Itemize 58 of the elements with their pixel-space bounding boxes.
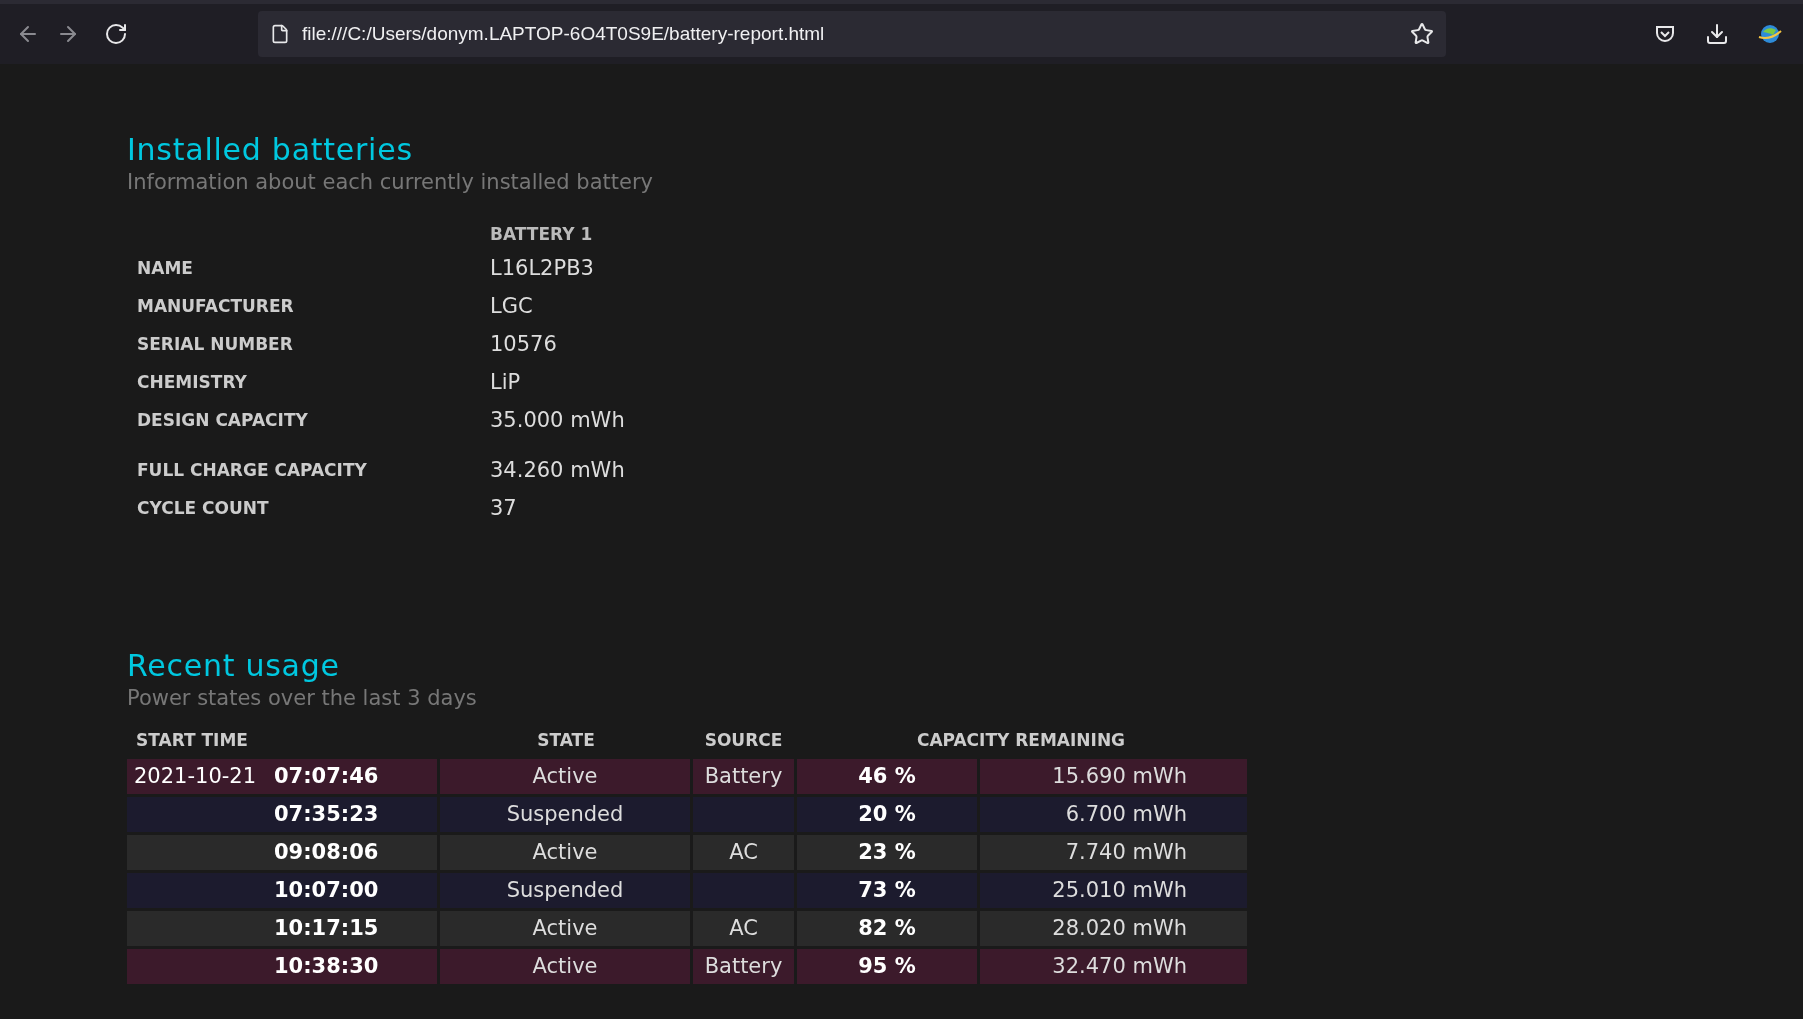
field-label: CYCLE COUNT — [136, 497, 270, 521]
reload-icon[interactable] — [104, 22, 128, 46]
section-title: Recent usage — [127, 648, 341, 684]
field-value: 10576 — [490, 331, 557, 359]
field-label: MANUFACTURER — [136, 295, 295, 319]
url-text: file:///C:/Users/donym.LAPTOP-6O4T0S9E/battery-report.html — [302, 21, 826, 46]
table-cell: AC — [693, 835, 794, 870]
time-text: 07:35:23 — [274, 800, 379, 828]
table-cell: AC — [693, 911, 794, 946]
table-cell: 23 % — [797, 835, 977, 870]
column-header: STATE — [537, 729, 595, 753]
table-cell: 7.740 mWh — [980, 835, 1247, 870]
field-value: 34.260 mWh — [490, 457, 625, 485]
table-cell: Active — [440, 949, 690, 984]
field-label: CHEMISTRY — [136, 371, 248, 395]
table-cell: 25.010 mWh — [980, 873, 1247, 908]
date-text: 2021-10-21 — [134, 762, 258, 790]
table-cell: 28.020 mWh — [980, 911, 1247, 946]
field-value: 37 — [490, 495, 517, 523]
table-cell: Battery — [693, 759, 794, 794]
time-text: 10:38:30 — [274, 952, 379, 980]
table-cell: 32.470 mWh — [980, 949, 1247, 984]
table-cell: 82 % — [797, 911, 977, 946]
column-header: SOURCE — [704, 729, 783, 753]
time-text: 10:17:15 — [274, 914, 379, 942]
column-header: BATTERY 1 — [490, 223, 593, 247]
field-value: LiP — [490, 369, 521, 397]
table-cell: 6.700 mWh — [980, 797, 1247, 832]
field-value: LGC — [490, 293, 533, 321]
table-cell: 46 % — [797, 759, 977, 794]
table-cell: 15.690 mWh — [980, 759, 1247, 794]
section-subtitle: Information about each currently installed battery — [127, 169, 654, 196]
page-icon — [270, 24, 290, 44]
table-cell: Suspended — [440, 797, 690, 832]
time-text: 10:07:00 — [274, 876, 379, 904]
field-label: SERIAL NUMBER — [136, 333, 294, 357]
address-bar[interactable]: file:///C:/Users/donym.LAPTOP-6O4T0S9E/battery-report.html — [258, 11, 1446, 57]
download-icon[interactable] — [1705, 22, 1729, 46]
field-value: L16L2PB3 — [490, 255, 594, 283]
table-cell: 95 % — [797, 949, 977, 984]
time-text: 09:08:06 — [274, 838, 379, 866]
section-subtitle: Power states over the last 3 days — [127, 685, 478, 712]
time-text: 07:07:46 — [274, 762, 379, 790]
field-value: 35.000 mWh — [490, 407, 625, 435]
column-header: START TIME — [135, 729, 249, 753]
table-cell: Battery — [693, 949, 794, 984]
table-cell: 20 % — [797, 797, 977, 832]
section-title: Installed batteries — [127, 132, 414, 168]
field-label: FULL CHARGE CAPACITY — [136, 459, 368, 483]
field-label: NAME — [136, 257, 194, 281]
table-cell: Active — [440, 911, 690, 946]
field-label: DESIGN CAPACITY — [136, 409, 309, 433]
table-cell: Active — [440, 835, 690, 870]
bookmark-star-icon[interactable] — [1410, 22, 1434, 46]
table-cell: Suspended — [440, 873, 690, 908]
table-cell: 73 % — [797, 873, 977, 908]
column-header: CAPACITY REMAINING — [916, 729, 1126, 753]
table-cell: Active — [440, 759, 690, 794]
